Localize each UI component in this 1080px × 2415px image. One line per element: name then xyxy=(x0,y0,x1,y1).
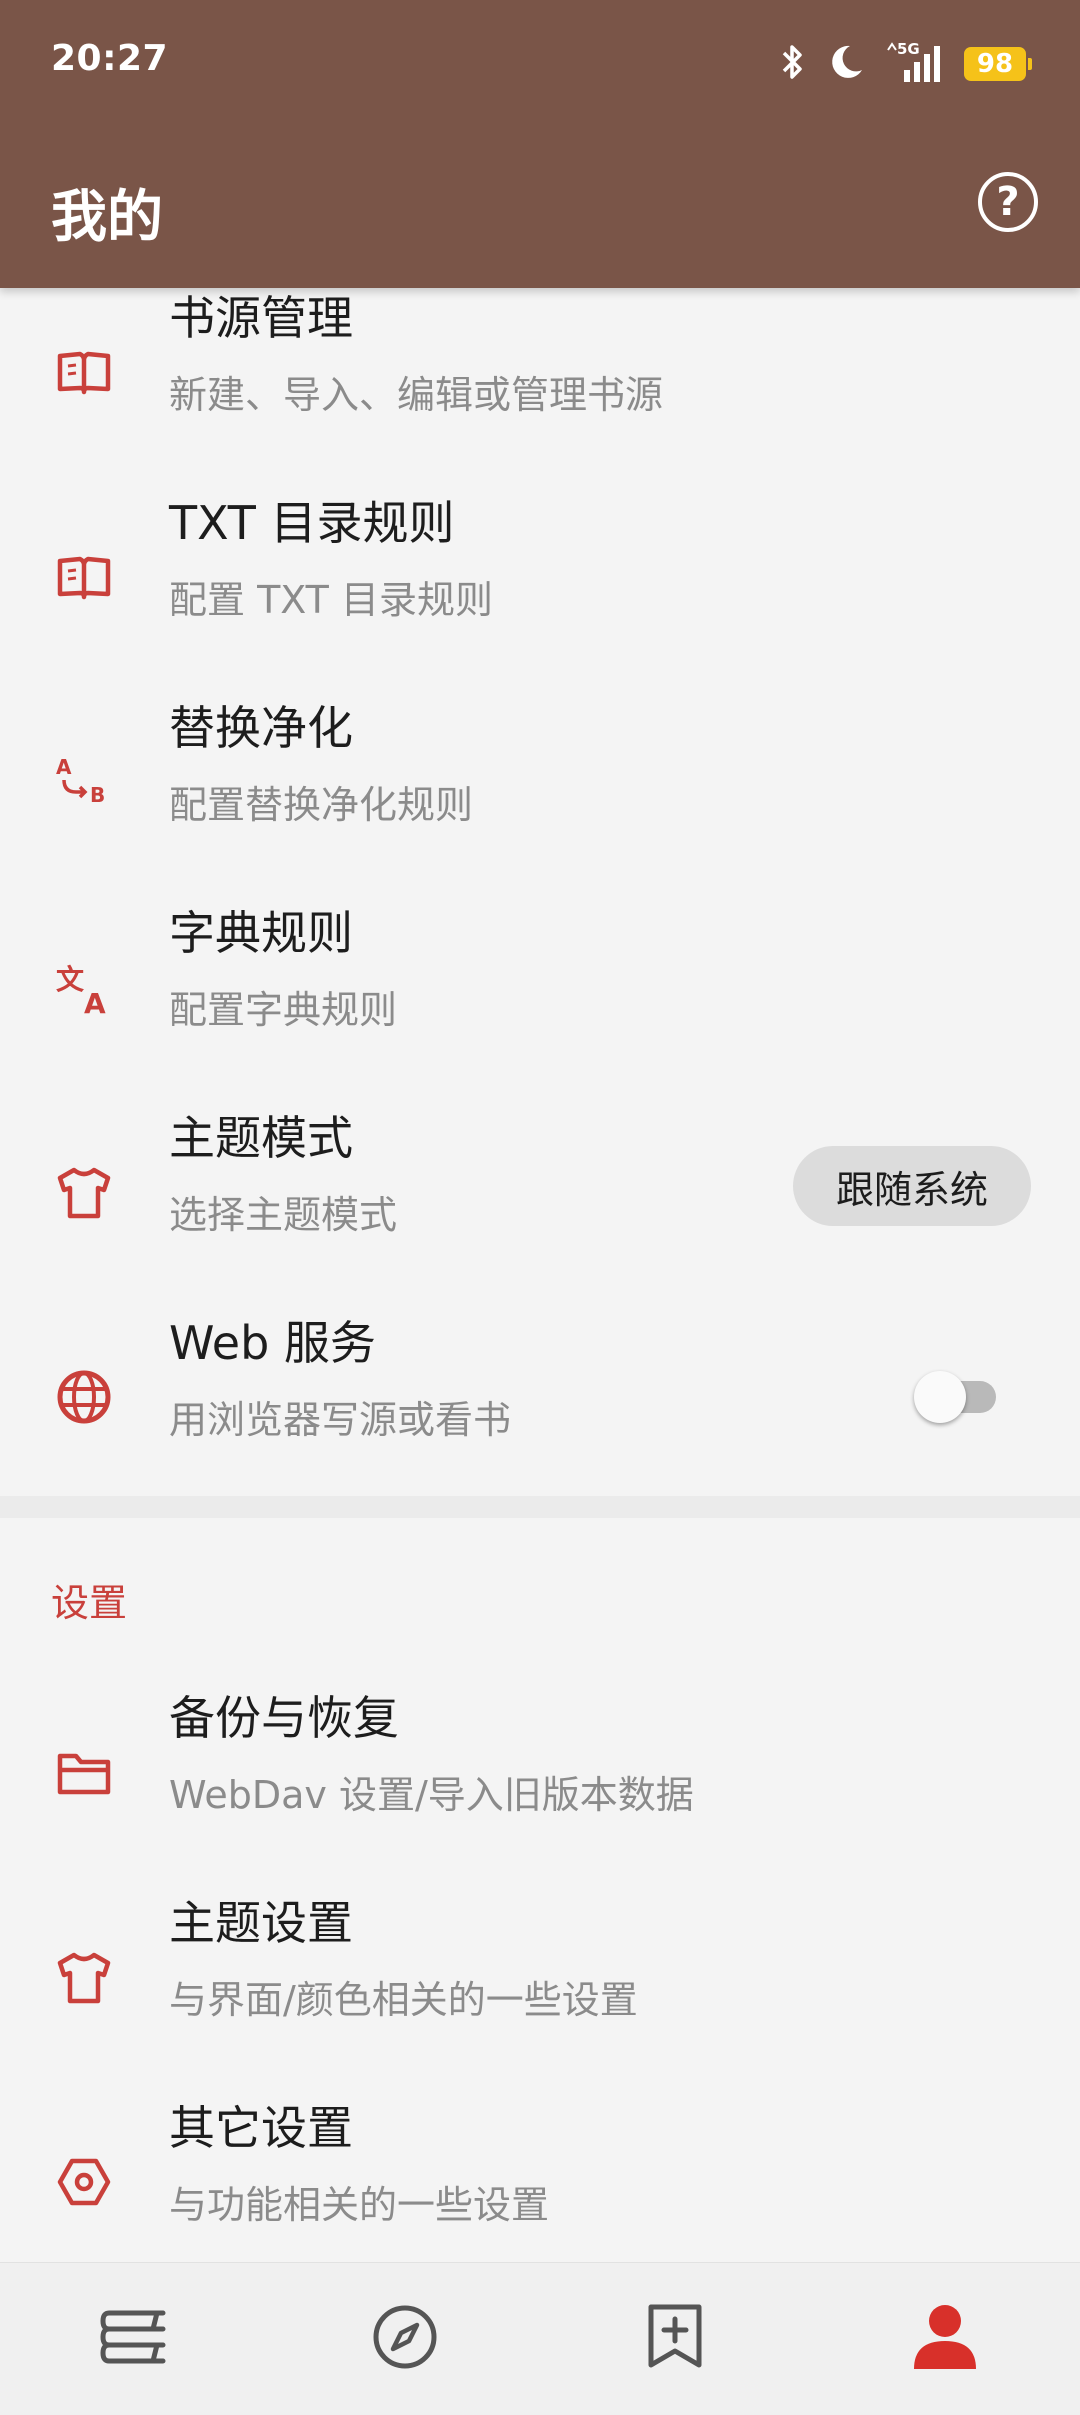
moon-icon xyxy=(826,42,866,86)
tshirt-icon xyxy=(54,1947,114,2007)
book-open-icon xyxy=(54,342,114,402)
nav-discover[interactable] xyxy=(365,2299,445,2379)
item-subtitle: 选择主题模式 xyxy=(169,1193,398,1237)
item-title: 其它设置 xyxy=(169,2101,353,2155)
status-time: 20:27 xyxy=(51,38,169,79)
tshirt-icon xyxy=(54,1162,114,1222)
translate-icon: 文 A xyxy=(54,957,114,1020)
list-item-dict-rule[interactable]: 文 A 字典规则 配置字典规则 xyxy=(0,885,1080,1090)
network-type: 5G xyxy=(897,40,920,58)
svg-text:文: 文 xyxy=(56,963,84,996)
battery-indicator: 98 xyxy=(964,47,1032,81)
svg-text:B: B xyxy=(90,783,105,807)
item-subtitle: WebDav 设置/导入旧版本数据 xyxy=(169,1773,694,1817)
item-subtitle: 与界面/颜色相关的一些设置 xyxy=(169,1978,638,2022)
item-title: 书源管理 xyxy=(169,291,353,345)
status-icons: 5G 98 xyxy=(778,38,1032,90)
item-subtitle: 新建、导入、编辑或管理书源 xyxy=(169,373,664,417)
nav-mine[interactable] xyxy=(905,2299,985,2379)
compass-icon xyxy=(371,2303,439,2375)
toggle-thumb xyxy=(914,1371,966,1423)
list-item-theme-mode[interactable]: 主题模式 选择主题模式 跟随系统 xyxy=(0,1090,1080,1295)
bookshelf-icon xyxy=(99,2305,171,2373)
web-service-toggle[interactable] xyxy=(914,1371,998,1423)
list-item-txt-toc-rule[interactable]: TXT 目录规则 配置 TXT 目录规则 xyxy=(0,475,1080,680)
replace-a-b-icon: A B xyxy=(54,752,114,812)
globe-icon xyxy=(54,1367,114,1427)
section-divider xyxy=(0,1496,1080,1518)
signal-icon: 5G xyxy=(884,40,946,88)
list-item-theme-settings[interactable]: 主题设置 与界面/颜色相关的一些设置 xyxy=(0,1875,1080,2080)
book-open-icon xyxy=(54,547,114,607)
item-subtitle: 用浏览器写源或看书 xyxy=(169,1398,512,1442)
list-item-backup-restore[interactable]: 备份与恢复 WebDav 设置/导入旧版本数据 xyxy=(0,1670,1080,1875)
svg-text:A: A xyxy=(56,755,72,779)
mine-list[interactable]: 书源管理 新建、导入、编辑或管理书源 TXT 目录规则 配置 TXT 目录规则 … xyxy=(0,288,1080,2260)
svg-text:A: A xyxy=(84,987,106,1017)
list-item-replace-rule[interactable]: A B 替换净化 配置替换净化规则 xyxy=(0,680,1080,885)
item-subtitle: 配置字典规则 xyxy=(169,988,398,1032)
item-subtitle: 配置替换净化规则 xyxy=(169,783,474,827)
item-title: 主题设置 xyxy=(169,1896,353,1950)
list-item-book-source[interactable]: 书源管理 新建、导入、编辑或管理书源 xyxy=(0,288,1080,475)
item-subtitle: 与功能相关的一些设置 xyxy=(169,2183,550,2227)
item-title: Web 服务 xyxy=(169,1316,376,1370)
bookmark-add-icon xyxy=(645,2303,705,2375)
list-item-web-service[interactable]: Web 服务 用浏览器写源或看书 xyxy=(0,1295,1080,1500)
item-title: TXT 目录规则 xyxy=(169,496,455,550)
item-title: 替换净化 xyxy=(169,701,353,755)
help-icon[interactable]: ? xyxy=(978,172,1038,232)
app-header: 20:27 5G 98 我的 ? xyxy=(0,0,1080,288)
theme-mode-selector[interactable]: 跟随系统 xyxy=(793,1146,1031,1226)
person-icon xyxy=(912,2303,978,2375)
section-title-settings: 设置 xyxy=(51,1581,128,1625)
nav-bookshelf[interactable] xyxy=(95,2299,175,2379)
bottom-navigation xyxy=(0,2262,1080,2415)
item-subtitle: 配置 TXT 目录规则 xyxy=(169,578,493,622)
item-title: 字典规则 xyxy=(169,906,353,960)
bluetooth-icon xyxy=(778,42,808,86)
page-title: 我的 xyxy=(51,185,163,250)
settings-hexagon-icon xyxy=(54,2152,114,2212)
list-item-other-settings[interactable]: 其它设置 与功能相关的一些设置 xyxy=(0,2080,1080,2260)
item-title: 主题模式 xyxy=(169,1111,353,1165)
item-title: 备份与恢复 xyxy=(169,1691,399,1745)
nav-bookmarks[interactable] xyxy=(635,2299,715,2379)
folder-icon xyxy=(54,1742,114,1802)
